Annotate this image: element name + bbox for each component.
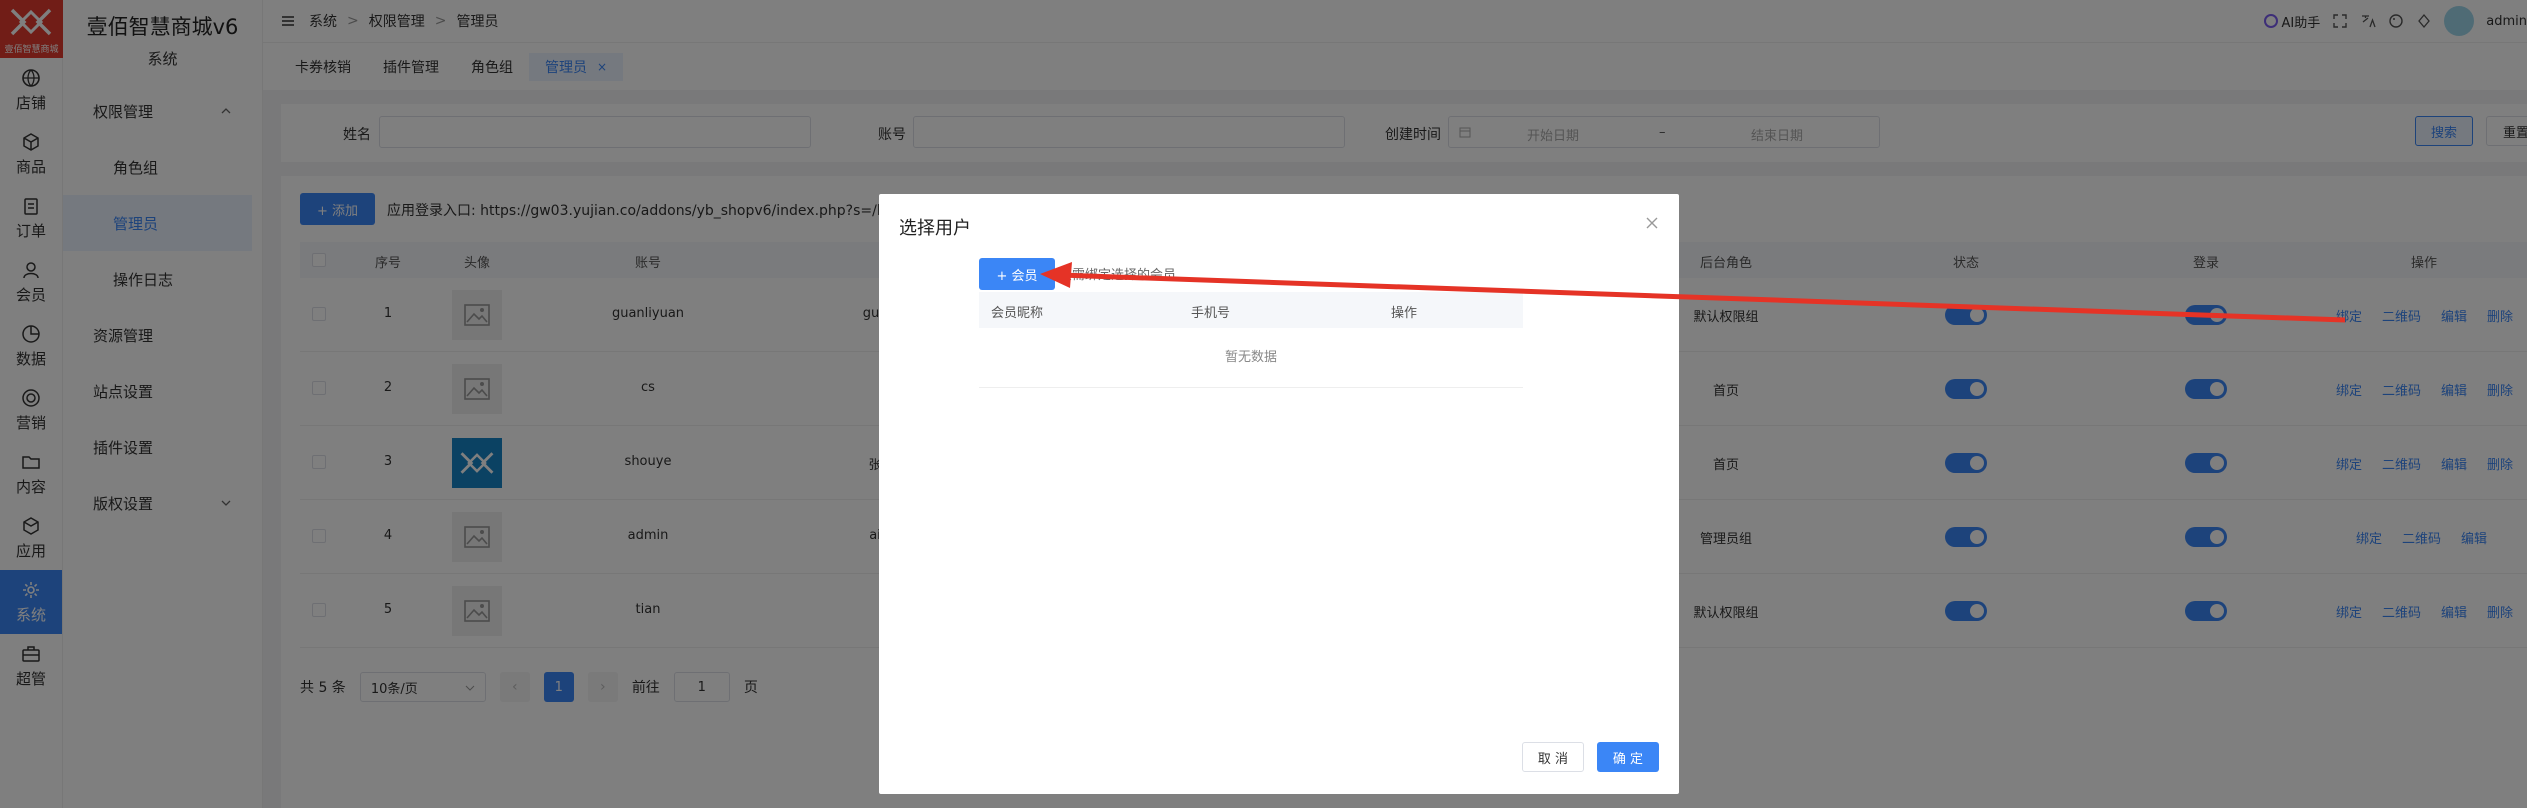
add-member-button[interactable]: + 会员 bbox=[979, 258, 1055, 290]
empty-state: 暂无数据 bbox=[979, 328, 1523, 388]
col-phone: 手机号 bbox=[1191, 306, 1231, 321]
dialog-hint: 只需绑定选择的会员 bbox=[1059, 268, 1177, 283]
member-table-header: 会员昵称 手机号 操作 bbox=[979, 292, 1523, 328]
dialog-title: 选择用户 bbox=[899, 218, 971, 239]
col-actions: 操作 bbox=[1391, 306, 1418, 321]
select-user-dialog: 选择用户 只需绑定选择的会员 + 会员 会员昵称 手机号 操作 暂无数据 取 消… bbox=[879, 194, 1679, 794]
confirm-button[interactable]: 确 定 bbox=[1597, 742, 1659, 772]
close-icon[interactable] bbox=[1645, 216, 1659, 230]
col-nickname: 会员昵称 bbox=[991, 306, 1044, 321]
cancel-button[interactable]: 取 消 bbox=[1522, 742, 1584, 772]
